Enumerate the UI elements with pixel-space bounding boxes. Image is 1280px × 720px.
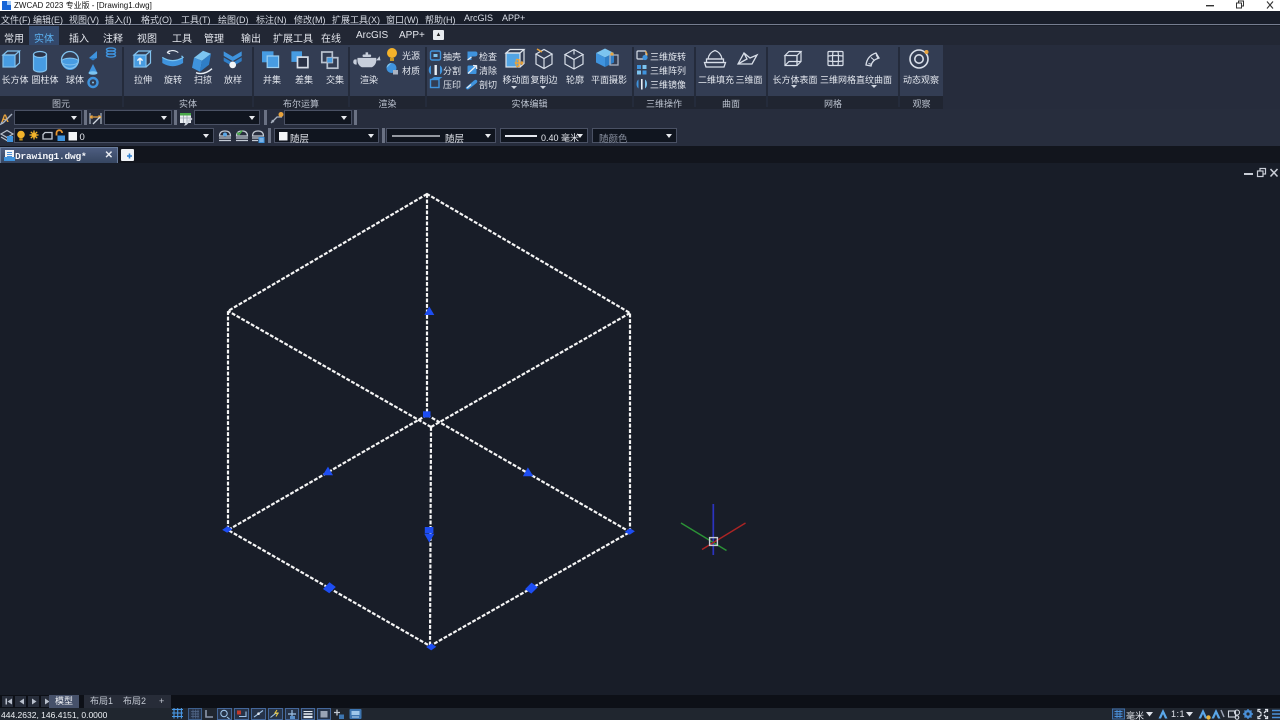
svg-text:0: 0 <box>80 132 85 143</box>
